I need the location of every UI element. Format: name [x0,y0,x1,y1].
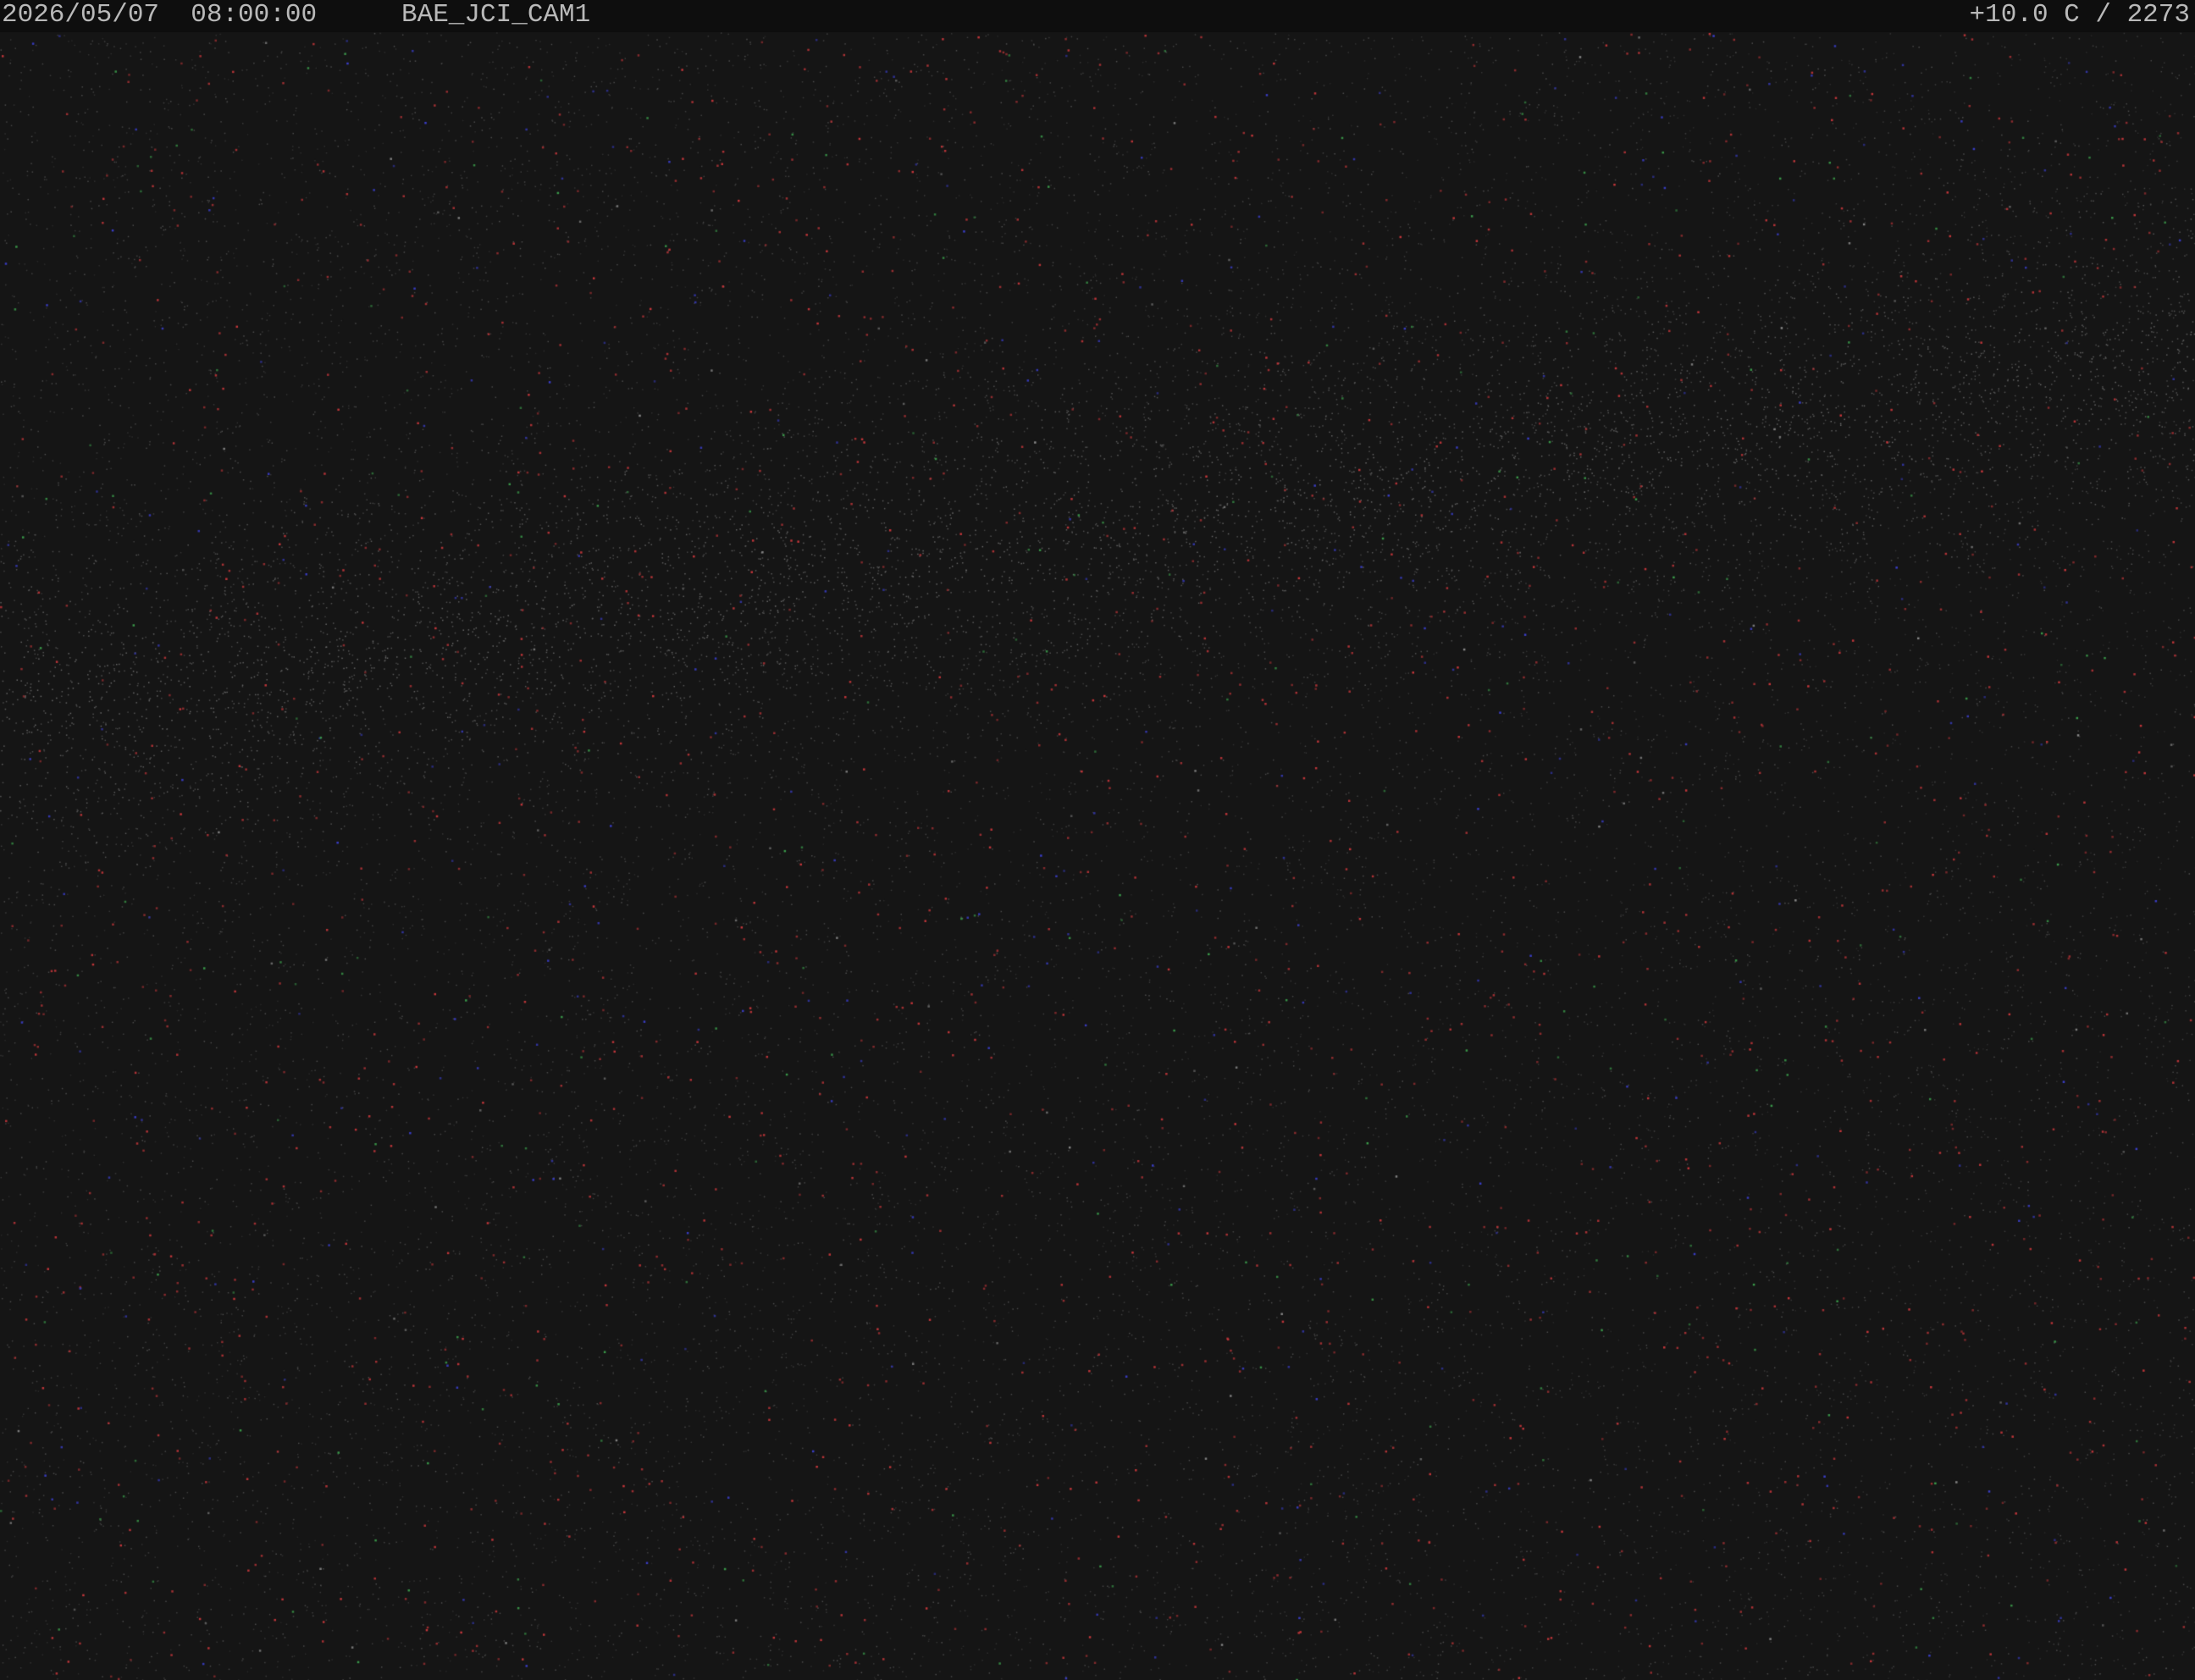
overlay-bar: 2026/05/07 08:00:00 BAE_JCI_CAM1 +10.0 C… [0,0,2195,32]
temperature-readout: +10.0 C / 2273 [1969,0,2190,30]
webcam-frame: 2026/05/07 08:00:00 BAE_JCI_CAM1 +10.0 C… [0,0,2195,1680]
camera-name-label: BAE_JCI_CAM1 [401,0,591,30]
night-sky-image [0,0,2195,1680]
timestamp-label: 2026/05/07 08:00:00 [2,0,318,30]
